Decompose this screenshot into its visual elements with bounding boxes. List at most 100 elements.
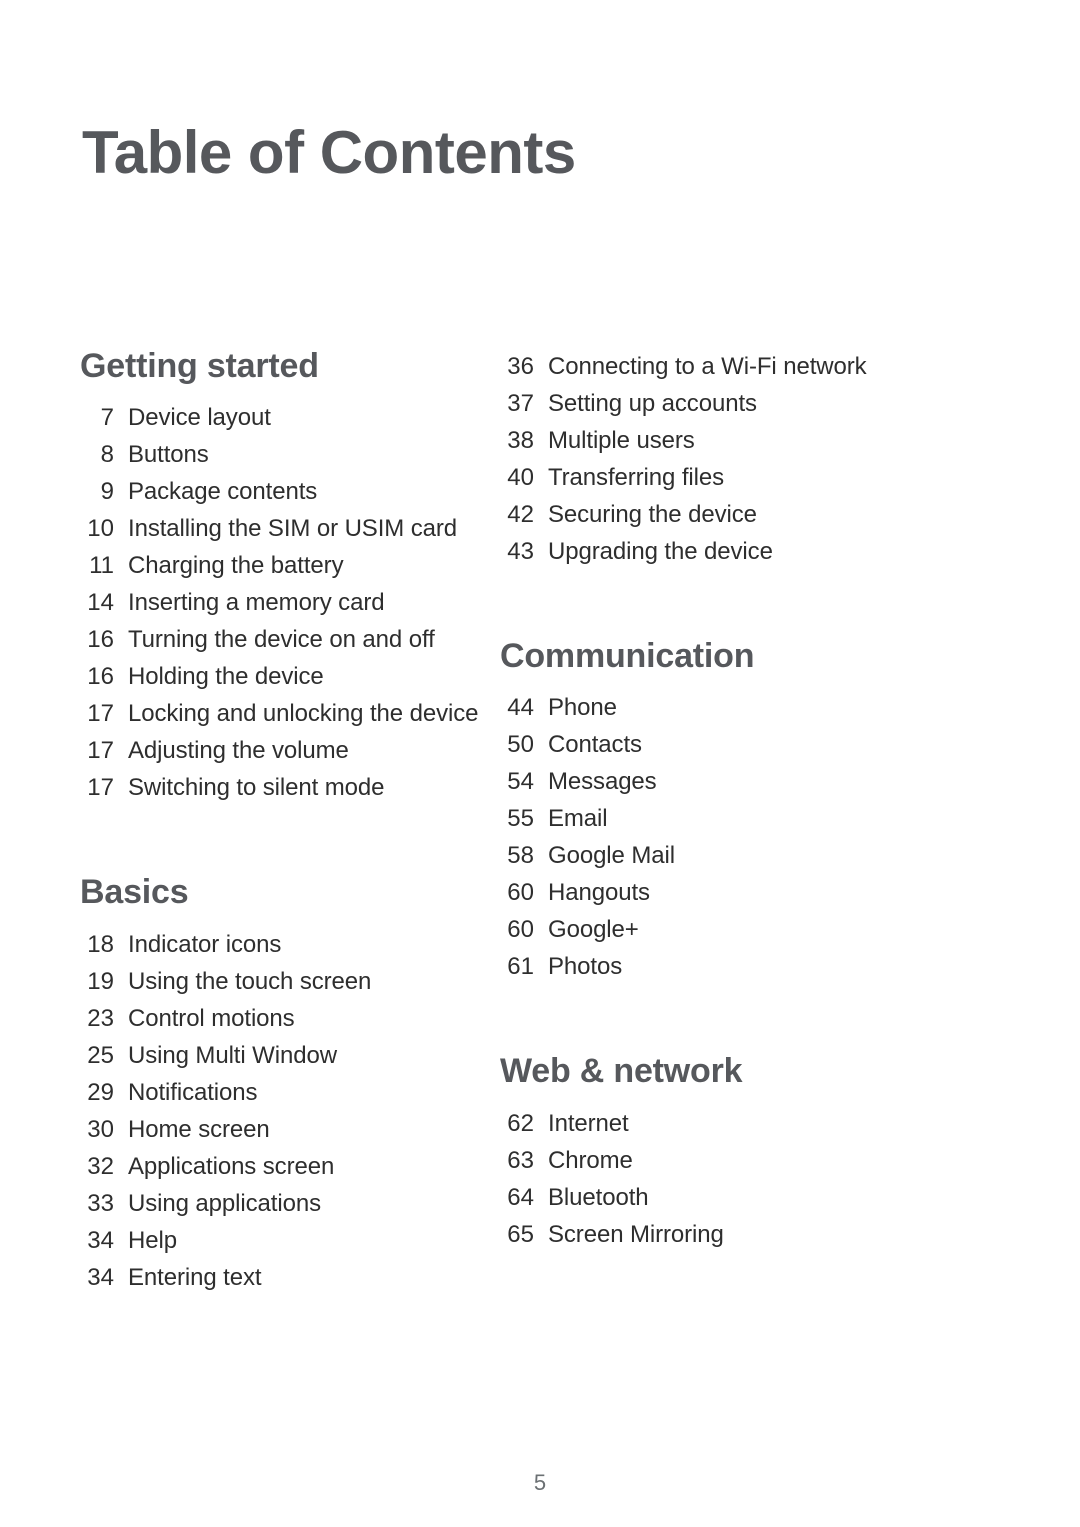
toc-entry-title: Installing the SIM or USIM card [128, 515, 458, 543]
toc-entry[interactable]: 40 Transferring files [500, 459, 980, 496]
toc-entry-page-number: 38 [507, 427, 534, 454]
toc-entry-title: Control motions [128, 1004, 295, 1032]
toc-entry-list: 7 Device layout 8 Buttons 9 Package contents 1… [80, 399, 490, 806]
toc-entry[interactable]: 7 Device layout [80, 399, 490, 436]
toc-entry-title: Upgrading the device [548, 538, 773, 565]
toc-entry-title: Using the touch screen [128, 967, 372, 995]
toc-entry-title: Screen Mirroring [548, 1220, 724, 1248]
toc-entry-title: Holding the device [128, 663, 324, 691]
toc-entry-list: 18 Indicator icons 19 Using the touch scree… [80, 926, 490, 1296]
toc-entry-page-number: 55 [507, 805, 534, 833]
toc-entry-title: Package contents [128, 478, 318, 506]
toc-entry-page-number: 14 [87, 589, 114, 617]
toc-section: Communication 44 Phone 50 Contacts 54 Messages… [500, 637, 980, 985]
page-title: Table of Contents [82, 119, 576, 186]
toc-entry[interactable]: 33 Using applications [80, 1185, 490, 1222]
toc-entry[interactable]: 8 Buttons [80, 436, 490, 473]
toc-entry[interactable]: 62 Internet [500, 1105, 980, 1142]
toc-entry[interactable]: 29 Notifications [80, 1074, 490, 1111]
toc-entry[interactable]: 11 Charging the battery [80, 547, 490, 584]
toc-entry-page-number: 18 [87, 930, 114, 958]
toc-entry-title: Internet [548, 1109, 629, 1137]
toc-entry[interactable]: 23 Control motions [80, 1000, 490, 1037]
toc-entry-title: Adjusting the volume [128, 737, 349, 765]
toc-entry-page-number: 11 [89, 552, 114, 580]
toc-entry[interactable]: 9 Package contents [80, 473, 490, 510]
toc-entry-page-number: 16 [87, 626, 114, 654]
toc-entry[interactable]: 38 Multiple users [500, 422, 980, 459]
toc-entry-title: Notifications [128, 1078, 258, 1106]
toc-entry-page-number: 17 [87, 737, 114, 765]
toc-entry[interactable]: 43 Upgrading the device [500, 533, 980, 570]
toc-entry[interactable]: 65 Screen Mirroring [500, 1216, 980, 1253]
toc-entry[interactable]: 34 Help [80, 1222, 490, 1259]
toc-entry[interactable]: 42 Securing the device [500, 496, 980, 533]
toc-entry-title: Connecting to a Wi-Fi network [548, 353, 867, 380]
toc-entry[interactable]: 37 Setting up accounts [500, 385, 980, 422]
toc-section: Getting started 7 Device layout 8 Buttons 9 Pa… [80, 347, 490, 806]
toc-entry-title: Phone [548, 694, 617, 722]
toc-entry[interactable]: 17 Locking and unlocking the device [80, 695, 490, 732]
toc-entry[interactable]: 60 Hangouts [500, 874, 980, 911]
toc-page: Table of Contents Getting started 7 Device… [0, 0, 1080, 1527]
toc-entry-title: Home screen [128, 1115, 270, 1143]
toc-entry-title: Device layout [128, 404, 271, 432]
toc-entry-page-number: 7 [100, 404, 114, 432]
toc-entry[interactable]: 16 Holding the device [80, 658, 490, 695]
toc-entry[interactable]: 61 Photos [500, 948, 980, 985]
toc-entry-page-number: 44 [507, 694, 534, 722]
toc-entry-page-number: 30 [87, 1115, 114, 1143]
section-heading: Web & network [500, 1052, 743, 1091]
toc-section: 36 Connecting to a Wi-Fi network 37 Setting… [500, 348, 980, 570]
toc-entry-page-number: 64 [507, 1183, 534, 1211]
toc-entry-page-number: 42 [507, 501, 534, 528]
toc-entry[interactable]: 10 Installing the SIM or USIM card [80, 510, 490, 547]
toc-entry-page-number: 25 [87, 1041, 114, 1069]
toc-entry[interactable]: 55 Email [500, 800, 980, 837]
toc-entry-page-number: 9 [100, 478, 114, 506]
toc-entry[interactable]: 14 Inserting a memory card [80, 584, 490, 621]
toc-entry-title: Multiple users [548, 427, 695, 454]
toc-entry-page-number: 54 [507, 768, 534, 796]
toc-entry[interactable]: 19 Using the touch screen [80, 963, 490, 1000]
toc-entry-page-number: 62 [507, 1109, 534, 1137]
toc-entry[interactable]: 50 Contacts [500, 726, 980, 763]
toc-entry-page-number: 60 [507, 916, 534, 944]
toc-entry[interactable]: 25 Using Multi Window [80, 1037, 490, 1074]
toc-entry[interactable]: 44 Phone [500, 689, 980, 726]
toc-entry[interactable]: 18 Indicator icons [80, 926, 490, 963]
toc-entry-page-number: 61 [507, 953, 534, 981]
toc-entry-page-number: 34 [87, 1263, 114, 1291]
toc-entry-title: Transferring files [548, 464, 725, 491]
toc-entry-page-number: 65 [507, 1220, 534, 1248]
toc-entry-title: Charging the battery [128, 552, 344, 580]
toc-entry[interactable]: 17 Switching to silent mode [80, 769, 490, 806]
toc-columns: Getting started 7 Device layout 8 Buttons 9 Pa… [0, 347, 1080, 1296]
toc-entry[interactable]: 63 Chrome [500, 1142, 980, 1179]
toc-entry-title: Hangouts [548, 879, 650, 907]
toc-entry[interactable]: 17 Adjusting the volume [80, 732, 490, 769]
toc-entry[interactable]: 58 Google Mail [500, 837, 980, 874]
toc-entry[interactable]: 16 Turning the device on and off [80, 621, 490, 658]
toc-section: Basics 18 Indicator icons 19 Using the touch… [80, 873, 490, 1296]
toc-entry-page-number: 34 [87, 1226, 114, 1254]
toc-entry-page-number: 10 [87, 515, 114, 543]
toc-column-right: 36 Connecting to a Wi-Fi network 37 Setting… [490, 348, 980, 1253]
toc-entry-page-number: 32 [87, 1152, 114, 1180]
toc-entry[interactable]: 64 Bluetooth [500, 1179, 980, 1216]
toc-entry[interactable]: 32 Applications screen [80, 1148, 490, 1185]
toc-entry-title: Locking and unlocking the device [128, 700, 479, 728]
page-number: 5 [533, 1470, 547, 1495]
section-heading: Basics [80, 873, 189, 912]
toc-entry[interactable]: 30 Home screen [80, 1111, 490, 1148]
toc-entry-page-number: 23 [87, 1004, 114, 1032]
toc-entry-page-number: 50 [507, 731, 534, 759]
toc-entry[interactable]: 36 Connecting to a Wi-Fi network [500, 348, 980, 385]
toc-entry-page-number: 60 [507, 879, 534, 907]
toc-entry-title: Messages [548, 768, 657, 796]
toc-column-left: Getting started 7 Device layout 8 Buttons 9 Pa… [0, 347, 490, 1296]
toc-entry[interactable]: 60 Google+ [500, 911, 980, 948]
toc-entry[interactable]: 54 Messages [500, 763, 980, 800]
toc-entry[interactable]: 34 Entering text [80, 1259, 490, 1296]
toc-entry-page-number: 37 [507, 390, 534, 417]
